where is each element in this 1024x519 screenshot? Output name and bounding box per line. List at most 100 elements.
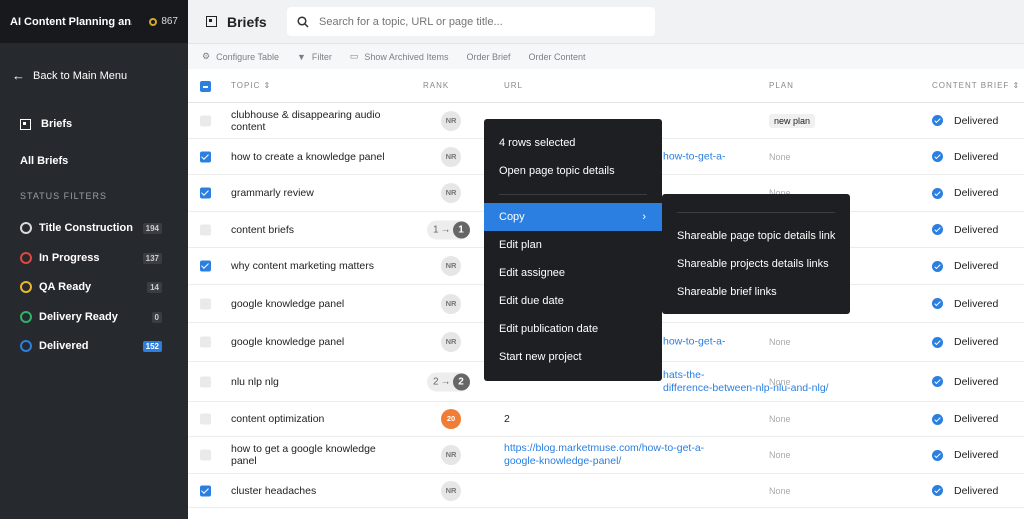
row-checkbox[interactable]	[200, 298, 211, 309]
table-row[interactable]: content optimization 20 2 None Delivered	[188, 402, 1024, 437]
topic-cell[interactable]: content briefs	[231, 224, 401, 236]
url-line: hats-the-	[663, 368, 705, 381]
row-checkbox[interactable]	[200, 151, 211, 162]
back-to-main-menu[interactable]: ← Back to Main Menu	[12, 68, 127, 83]
table-row[interactable]: how to get a google knowledge panel NR htt…	[188, 437, 1024, 474]
row-checkbox[interactable]	[200, 224, 211, 235]
sidebar-item-briefs[interactable]: Briefs	[20, 118, 72, 130]
topic-cell[interactable]: grammarly review	[231, 187, 401, 199]
topic-cell[interactable]: clubhouse & disappearing audio content	[231, 109, 401, 133]
search-box[interactable]	[287, 7, 655, 36]
copy-projects-details-links[interactable]: Shareable projects details links	[662, 250, 850, 278]
column-content-brief[interactable]: CONTENT BRIEF ⇕	[932, 81, 1020, 90]
rank-badge: NR	[441, 445, 461, 465]
column-plan[interactable]: PLAN	[769, 81, 794, 90]
filter-item[interactable]: Title Construction 194	[20, 222, 162, 234]
column-url[interactable]: URL	[504, 81, 523, 90]
filter-label-wrap: In Progress	[20, 252, 100, 264]
row-checkbox[interactable]	[200, 187, 211, 199]
topic-header: TOPIC	[231, 81, 261, 90]
menu-start-new-project[interactable]: Start new project	[484, 343, 662, 371]
table-toolbar: ⚙ Configure Table ▼ Filter ▭ Show Archived …	[188, 43, 1024, 69]
status-cell: Delivered	[932, 336, 998, 348]
status-label: Delivered	[954, 260, 999, 272]
column-rank[interactable]: RANK	[423, 81, 449, 90]
plan-cell[interactable]: None	[769, 377, 791, 387]
status-icon	[20, 252, 32, 264]
search-input[interactable]	[319, 15, 639, 28]
url-cell[interactable]: how-to-get-a-	[663, 150, 725, 163]
rank-change: 1 → 1	[427, 220, 470, 239]
row-checkbox[interactable]	[200, 449, 211, 461]
filter-button[interactable]: ▼ Filter	[297, 52, 332, 62]
status-label: Delivered	[954, 297, 999, 310]
filter-label-wrap: Title Construction	[20, 222, 133, 234]
row-checkbox[interactable]	[200, 485, 211, 496]
row-checkbox[interactable]	[200, 413, 211, 425]
column-topic[interactable]: TOPIC ⇕	[231, 81, 271, 90]
topic-cell[interactable]: how to get a google knowledge panel	[231, 443, 401, 467]
row-checkbox[interactable]	[200, 336, 211, 348]
menu-edit-due-date[interactable]: Edit due date	[484, 287, 662, 315]
topic-cell[interactable]: google knowledge panel	[231, 336, 401, 348]
copy-page-topic-details-link[interactable]: Shareable page topic details link	[662, 222, 850, 250]
top-bar: Briefs	[188, 0, 1024, 43]
plan-cell[interactable]: None	[769, 152, 791, 162]
rank-badge: NR	[441, 293, 461, 314]
status-label: Delivered	[954, 223, 999, 236]
arrow-right-icon: →	[440, 376, 451, 387]
status-label: Delivered	[954, 413, 999, 425]
filter-item[interactable]: In Progress 137	[20, 252, 162, 264]
menu-edit-plan[interactable]: Edit plan	[484, 231, 662, 259]
brief-icon	[20, 118, 31, 130]
content-brief-header: CONTENT BRIEF	[932, 81, 1010, 90]
coin-icon	[149, 17, 158, 26]
url-cell[interactable]: how-to-get-a-	[663, 336, 725, 349]
gear-icon: ⚙	[202, 51, 211, 61]
url-cell[interactable]: hats-the-difference-between-nlp-nlu-and-…	[663, 369, 829, 395]
topic-cell[interactable]: cluster headaches	[231, 485, 401, 497]
menu-open-page-topic-details[interactable]: Open page topic details	[484, 157, 662, 185]
show-archived-button[interactable]: ▭ Show Archived Items	[350, 51, 449, 62]
plan-cell[interactable]: None	[769, 450, 791, 460]
filter-item[interactable]: Delivered 152	[20, 340, 162, 352]
topic-cell[interactable]: how to create a knowledge panel	[231, 151, 401, 163]
url-line: how-to-get-a-	[663, 335, 726, 348]
order-content-button[interactable]: Order Content	[528, 52, 585, 62]
app-title[interactable]: AI Content Planning an...	[10, 16, 132, 28]
rank-badge: NR	[441, 183, 461, 203]
configure-table-button[interactable]: ⚙ Configure Table	[202, 51, 279, 62]
topic-cell[interactable]: google knowledge panel	[231, 298, 401, 310]
plan-cell[interactable]: None	[769, 486, 791, 496]
row-checkbox[interactable]	[200, 376, 211, 387]
row-checkbox[interactable]	[200, 115, 211, 126]
select-all-checkbox[interactable]	[200, 81, 211, 92]
archive-icon: ▭	[349, 51, 359, 61]
filter-item[interactable]: Delivery Ready 0	[20, 311, 162, 323]
check-circle-icon	[932, 413, 943, 425]
filter-label: Delivered	[39, 340, 89, 352]
plan-cell[interactable]: None	[769, 414, 791, 424]
copy-brief-links[interactable]: Shareable brief links	[662, 278, 850, 306]
app-header: AI Content Planning an... 867	[0, 0, 188, 43]
menu-edit-assignee[interactable]: Edit assignee	[484, 259, 662, 287]
filter-label: QA Ready	[39, 281, 92, 293]
menu-copy[interactable]: Copy ›	[484, 203, 662, 231]
row-checkbox[interactable]	[200, 260, 211, 272]
context-menu: 4 rows selected Open page topic details …	[484, 119, 662, 381]
chevron-right-icon: ›	[642, 211, 646, 223]
status-label: Delivered	[954, 150, 999, 163]
topic-cell[interactable]: why content marketing matters	[231, 260, 401, 272]
table-row[interactable]: cluster headaches NR None Delivered	[188, 474, 1024, 508]
url-cell[interactable]: https://blog.marketmuse.com/how-to-get-a…	[504, 442, 704, 468]
menu-edit-publication-date[interactable]: Edit publication date	[484, 315, 662, 343]
filter-item[interactable]: QA Ready 14	[20, 281, 162, 293]
filter-label: In Progress	[39, 252, 100, 264]
topic-cell[interactable]: content optimization	[231, 413, 401, 425]
order-brief-button[interactable]: Order Brief	[466, 52, 510, 62]
topic-cell[interactable]: nlu nlp nlg	[231, 376, 401, 388]
plan-tag[interactable]: new plan	[769, 113, 816, 128]
sidebar-item-all-briefs[interactable]: All Briefs	[20, 155, 68, 167]
plan-cell[interactable]: None	[769, 337, 791, 347]
url-cell[interactable]: 2	[504, 413, 510, 425]
